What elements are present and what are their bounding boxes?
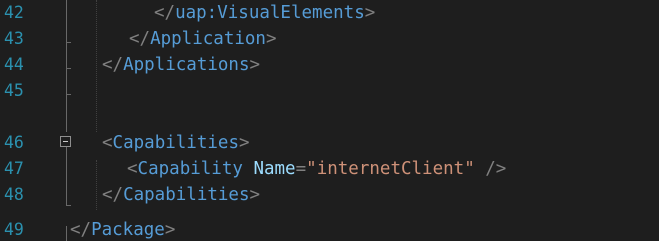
code-line[interactable]: 45 xyxy=(0,78,659,104)
code-line[interactable]: 43 </Application> xyxy=(0,26,659,52)
line-number: 43 xyxy=(4,29,24,48)
tag-open-bracket: < xyxy=(102,133,113,153)
line-code: </uap:VisualElements> xyxy=(154,2,375,24)
tag-close-bracket: > xyxy=(364,3,376,23)
line-number: 44 xyxy=(4,55,24,74)
tag-open-bracket: </ xyxy=(154,3,176,23)
tag-name: Capabilities xyxy=(112,133,239,153)
attribute-value: "internetClient" xyxy=(306,159,475,179)
tag-name: Package xyxy=(91,220,165,240)
line-number: 42 xyxy=(4,3,24,22)
tag-close-bracket: > xyxy=(249,185,261,205)
line-number: 49 xyxy=(4,220,24,239)
tag-close-bracket: > xyxy=(238,133,250,153)
line-number: 48 xyxy=(4,185,24,204)
tag-close-bracket: > xyxy=(265,29,277,49)
tag-open-bracket: </ xyxy=(102,185,124,205)
code-line[interactable]: 44 </Applications> xyxy=(0,52,659,78)
code-line[interactable]: 47 <Capability Name="internetClient" /> xyxy=(0,156,659,182)
tag-open-bracket: </ xyxy=(102,55,124,75)
line-code: <Capabilities> xyxy=(102,132,250,154)
code-line[interactable]: 48 </Capabilities> xyxy=(0,182,659,208)
tag-close-bracket: > xyxy=(164,220,176,240)
tag-name: Capabilities xyxy=(123,185,250,205)
line-code: <Capability Name="internetClient" /> xyxy=(127,158,506,180)
tag-close-bracket: > xyxy=(249,55,261,75)
tag-open-bracket: < xyxy=(127,159,138,179)
code-line[interactable]: <Capabilities> xyxy=(0,130,659,156)
tag-name: Applications xyxy=(123,55,250,75)
code-line[interactable]: 49 </Package> xyxy=(0,208,659,240)
code-editor[interactable]: 42 </uap:VisualElements> 43 </Applicatio… xyxy=(0,0,659,241)
tag-name: Capability xyxy=(137,159,243,179)
line-code: </Applications> xyxy=(102,54,260,76)
tag-name: Application xyxy=(150,29,266,49)
line-code: </Application> xyxy=(129,28,277,50)
tag-open-bracket: </ xyxy=(70,220,92,240)
line-number: 45 xyxy=(4,81,24,100)
code-line[interactable]: 46 xyxy=(0,104,659,152)
line-code: </Capabilities> xyxy=(102,184,260,206)
equals-sign: = xyxy=(295,159,307,179)
code-line[interactable]: 42 </uap:VisualElements> xyxy=(0,0,659,26)
tag-name: uap:VisualElements xyxy=(175,3,365,23)
self-close-bracket: /> xyxy=(474,159,507,179)
attribute-name: Name xyxy=(253,159,296,179)
tag-open-bracket: </ xyxy=(129,29,151,49)
line-code: </Package> xyxy=(70,219,175,241)
line-number: 47 xyxy=(4,159,24,178)
